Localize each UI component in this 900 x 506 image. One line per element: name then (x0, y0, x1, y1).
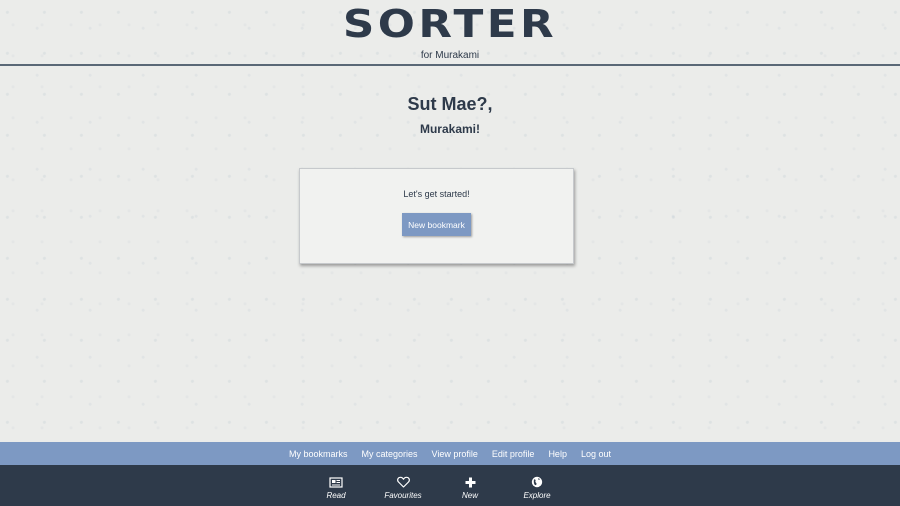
secondary-menu: My bookmarks My categories View profile … (0, 442, 900, 465)
menu-log-out[interactable]: Log out (581, 449, 611, 459)
menu-help[interactable]: Help (548, 449, 567, 459)
tab-favourites-label: Favourites (384, 491, 422, 500)
globe-icon (507, 475, 567, 489)
tab-explore[interactable]: Explore (507, 465, 567, 506)
tab-favourites[interactable]: Favourites (373, 465, 433, 506)
greeting-title: Sut Mae?, (407, 94, 493, 114)
tab-read[interactable]: Read (306, 465, 366, 506)
newspaper-icon (306, 475, 366, 489)
new-bookmark-button[interactable]: New bookmark (402, 213, 471, 236)
tab-new[interactable]: New (440, 465, 500, 506)
tab-explore-label: Explore (523, 491, 551, 500)
bottom-tab-bar: Read Favourites New Explore (0, 465, 900, 506)
app-logo[interactable]: SORTER (0, 2, 900, 46)
menu-my-categories[interactable]: My categories (362, 449, 418, 459)
get-started-text: Let's get started! (403, 189, 470, 199)
menu-edit-profile[interactable]: Edit profile (492, 449, 535, 459)
heart-icon (373, 475, 433, 489)
menu-my-bookmarks[interactable]: My bookmarks (289, 449, 348, 459)
header: SORTER for Murakami (0, 0, 900, 64)
menu-view-profile[interactable]: View profile (432, 449, 478, 459)
tab-new-label: New (461, 491, 478, 500)
tab-read-label: Read (326, 491, 346, 500)
greeting-username: Murakami! (419, 122, 481, 136)
get-started-card: Let's get started! New bookmark (299, 168, 574, 264)
app-subtitle: for Murakami (420, 50, 480, 61)
header-divider (0, 64, 900, 66)
plus-icon (440, 475, 500, 489)
